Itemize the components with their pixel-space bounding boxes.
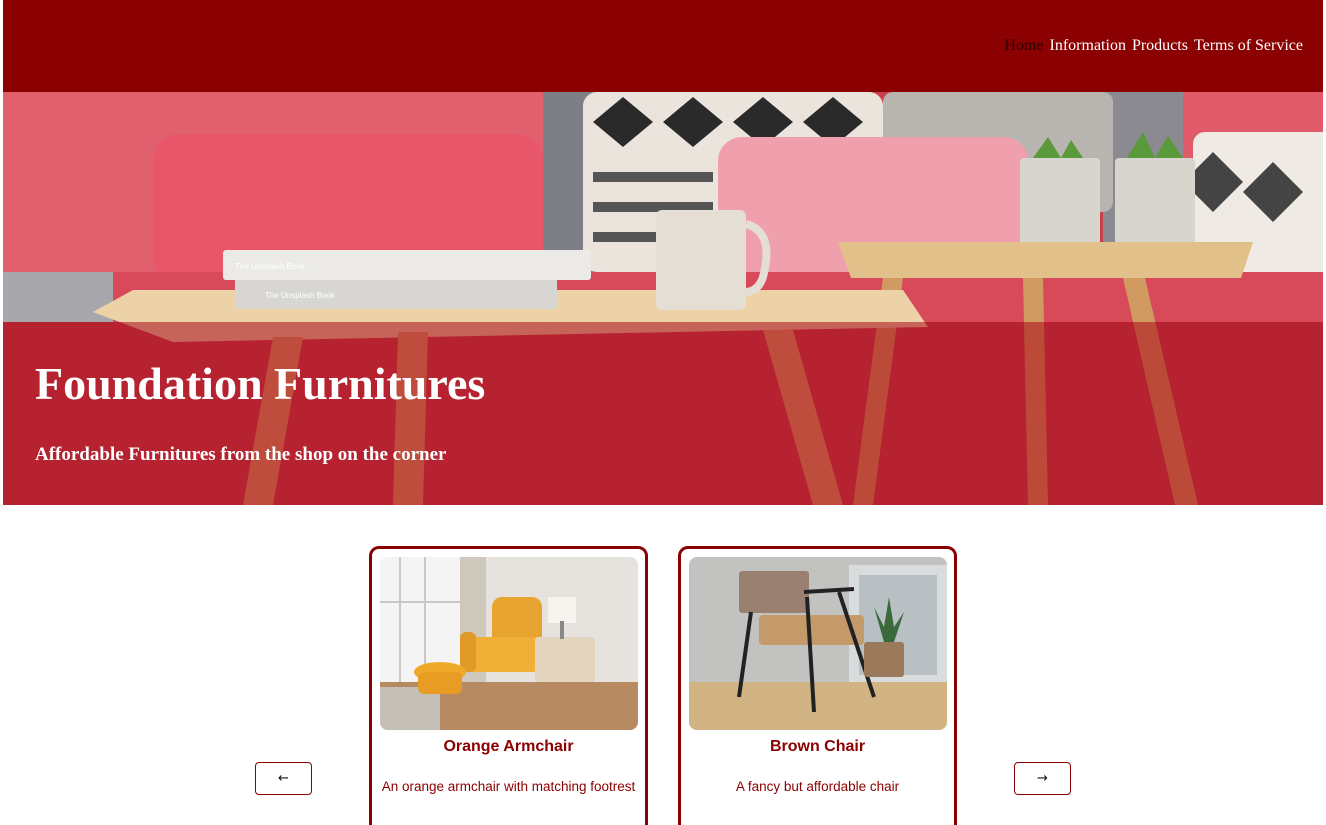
carousel-prev-button[interactable]: ← (255, 762, 312, 795)
product-title: Brown Chair (769, 738, 866, 755)
svg-text:The Unsplash Book: The Unsplash Book (265, 291, 336, 300)
product-card-brown-chair[interactable]: Brown Chair A fancy but affordable chair (678, 546, 957, 825)
carousel-next-button[interactable]: → (1014, 762, 1071, 795)
hero-banner: The Unsplash Book The Unsplash Book Foun… (3, 92, 1323, 505)
product-card-orange-armchair[interactable]: Orange Armchair An orange armchair with … (369, 546, 648, 825)
hero-subtitle: Affordable Furnitures from the shop on t… (35, 444, 447, 465)
product-image-orange-armchair (380, 557, 638, 730)
nav-products-link[interactable]: Products (1132, 37, 1188, 55)
hero-title: Foundation Furnitures (35, 358, 486, 409)
product-description: A fancy but affordable chair (735, 779, 900, 794)
nav-terms-link[interactable]: Terms of Service (1194, 37, 1303, 55)
nav-home-link[interactable]: Home (1004, 37, 1043, 55)
hero-overlay (3, 322, 1323, 505)
site-header: Home Information Products Terms of Servi… (3, 0, 1323, 92)
product-image-brown-chair (689, 557, 947, 730)
product-description: An orange armchair with matching footres… (381, 779, 636, 794)
product-title: Orange Armchair (443, 738, 574, 755)
svg-text:The Unsplash Book: The Unsplash Book (235, 262, 306, 271)
nav-information-link[interactable]: Information (1050, 37, 1126, 55)
arrow-right-icon: → (1037, 771, 1048, 786)
arrow-left-icon: ← (278, 771, 289, 786)
main-nav: Home Information Products Terms of Servi… (1004, 37, 1303, 55)
